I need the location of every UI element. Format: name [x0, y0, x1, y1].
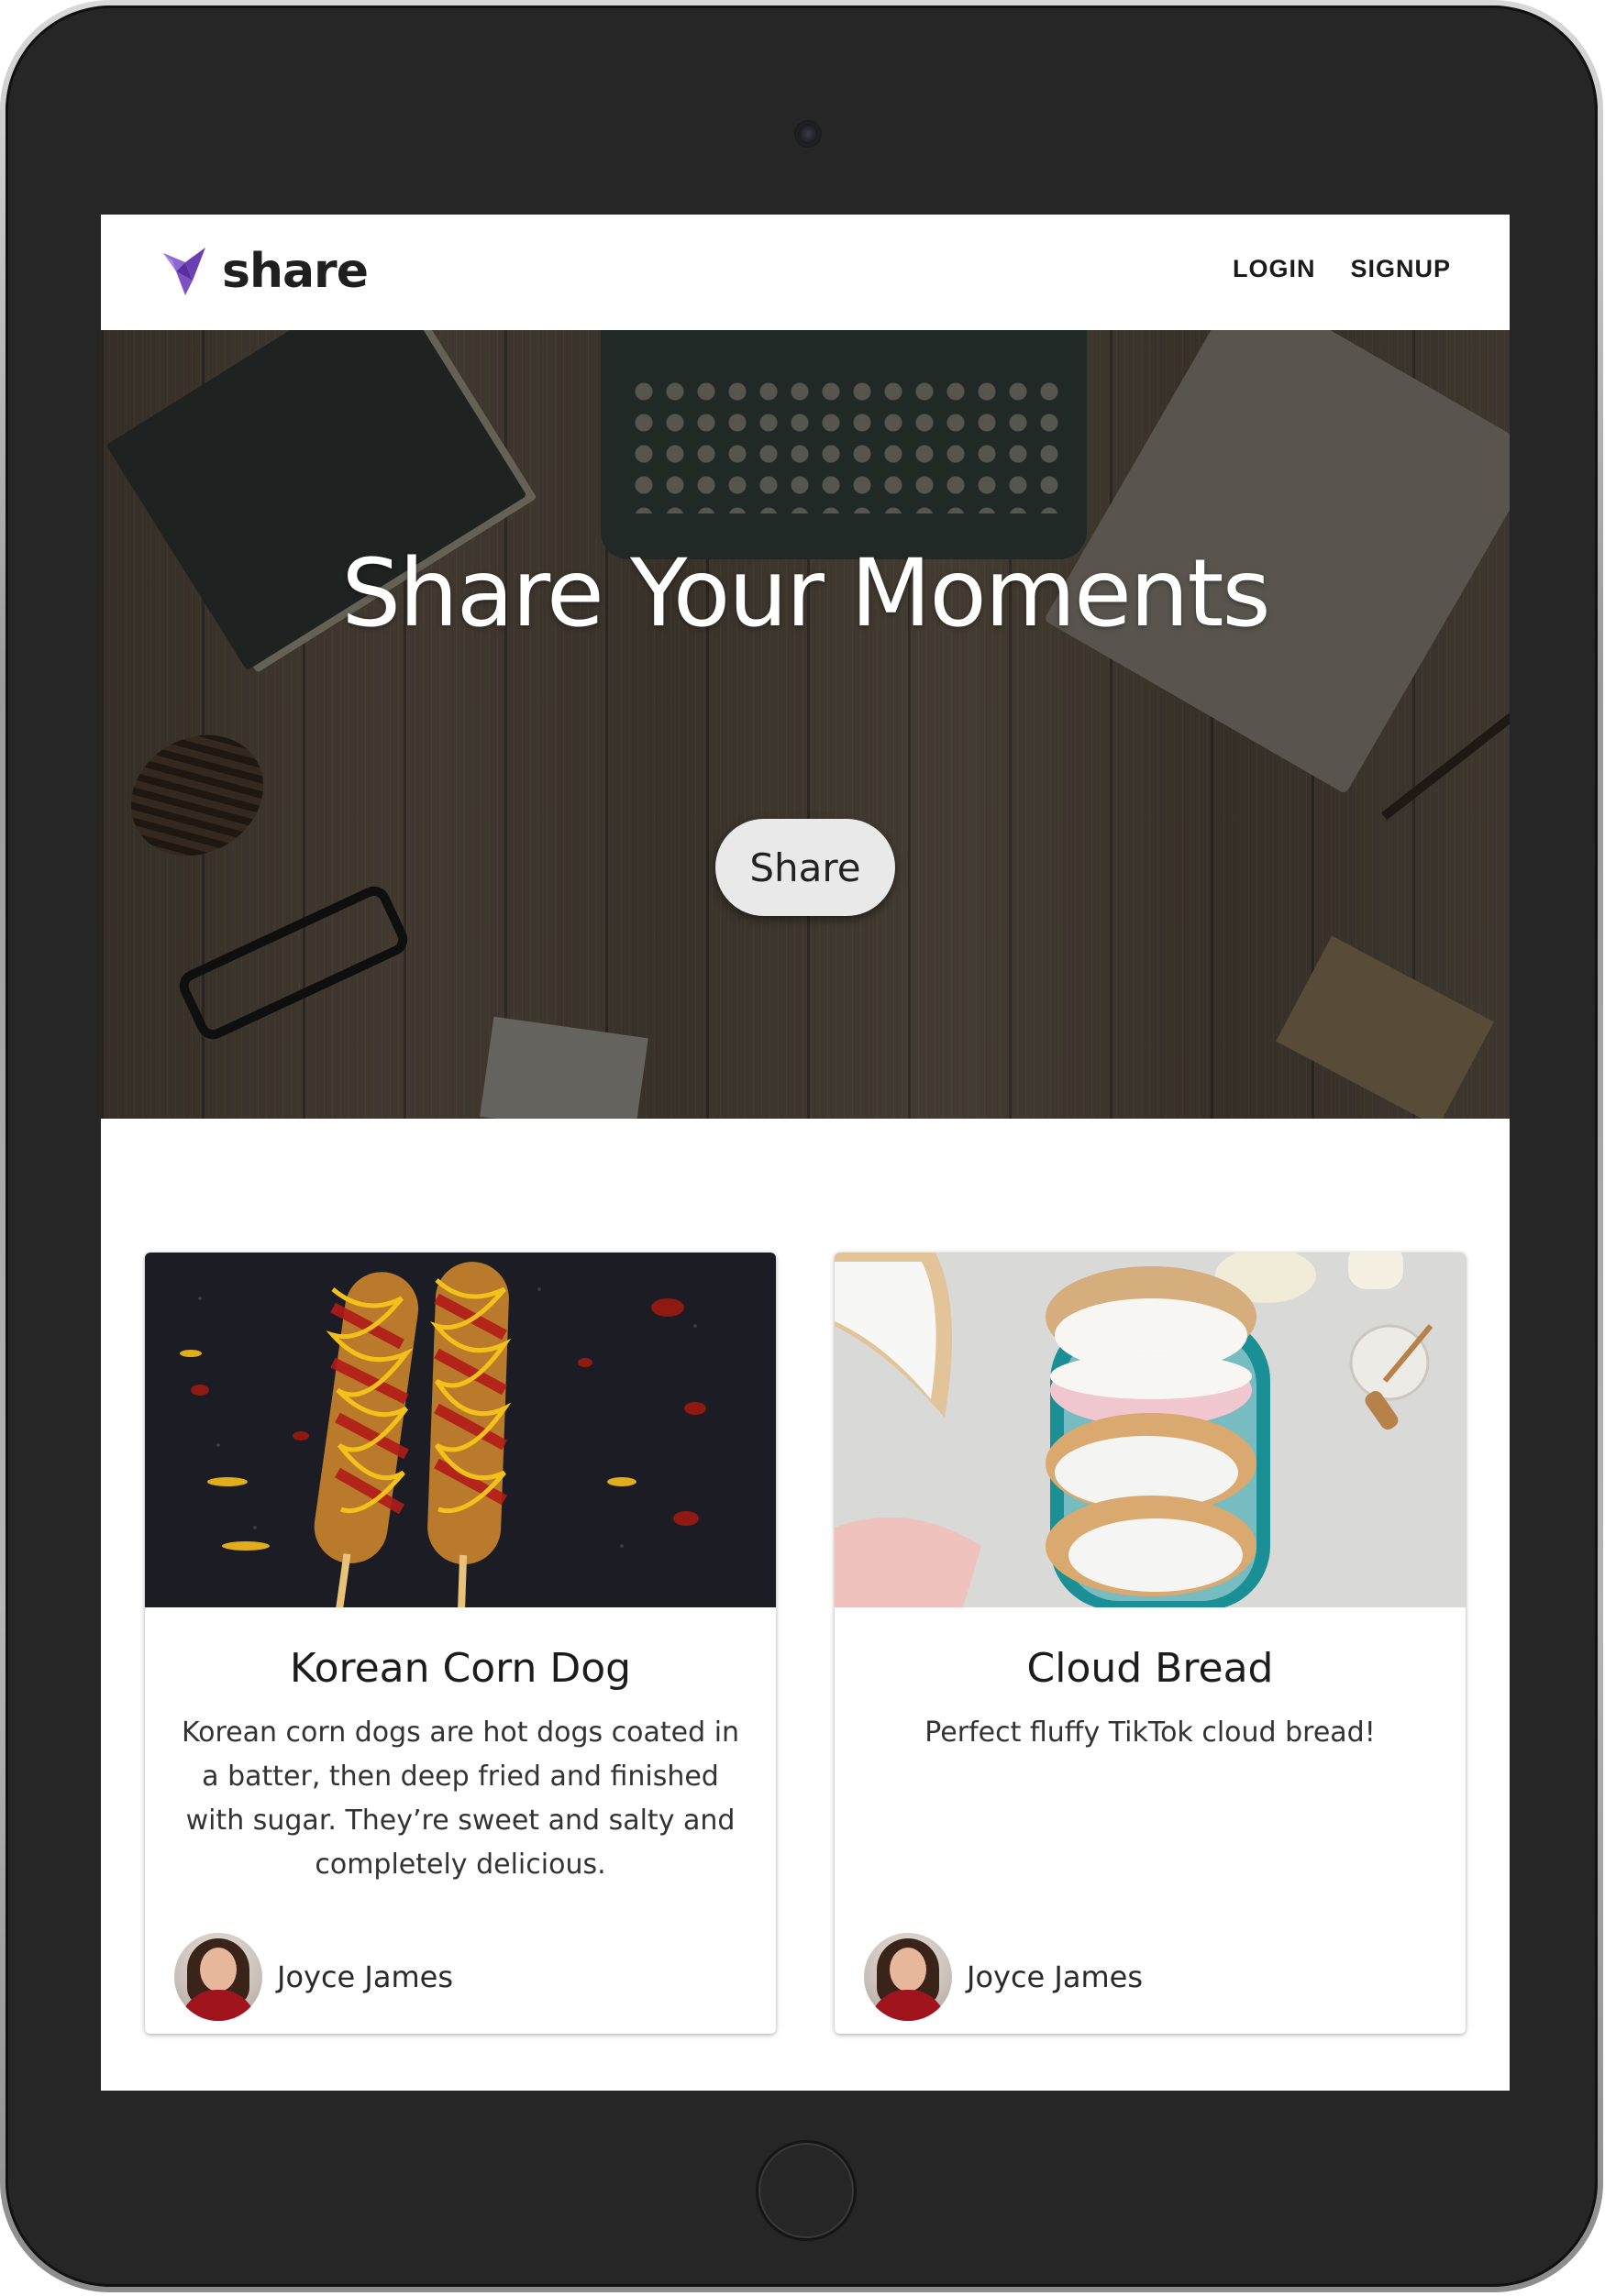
post-card[interactable]: Cloud Bread Perfect fluffy TikTok cloud …: [835, 1253, 1466, 2034]
signup-link[interactable]: SIGNUP: [1350, 255, 1451, 283]
top-nav: LOGIN SIGNUP: [1233, 255, 1451, 283]
tablet-frame: share LOGIN SIGNUP Share Your Moments Sh…: [0, 0, 1603, 2292]
tablet-bezel: share LOGIN SIGNUP Share Your Moments Sh…: [6, 6, 1598, 2287]
avatar: [174, 1933, 262, 2021]
post-title: Korean Corn Dog: [289, 1645, 632, 1692]
hero-dark-overlay: [101, 330, 1510, 1119]
share-button[interactable]: Share: [715, 819, 895, 916]
hero-title: Share Your Moments: [341, 539, 1270, 648]
app-screen: share LOGIN SIGNUP Share Your Moments Sh…: [101, 215, 1510, 2091]
login-link[interactable]: LOGIN: [1233, 255, 1316, 283]
author-name: Joyce James: [967, 1959, 1143, 1994]
corn-dog-photo-icon: [145, 1253, 776, 1607]
corn-dog-image: [145, 1253, 776, 1607]
avatar: [864, 1933, 952, 2021]
post-author[interactable]: Joyce James: [174, 1933, 453, 2021]
post-author[interactable]: Joyce James: [864, 1933, 1143, 2021]
post-card[interactable]: Korean Corn Dog Korean corn dogs are hot…: [145, 1253, 776, 2034]
author-name: Joyce James: [277, 1959, 453, 1994]
cloud-bread-image: [835, 1253, 1466, 1607]
home-button[interactable]: [756, 2140, 857, 2241]
camera-icon: [796, 122, 820, 146]
post-description: Korean corn dogs are hot dogs coated in …: [181, 1716, 740, 1881]
bird-logo-icon: [163, 248, 205, 295]
post-title: Cloud Bread: [1026, 1645, 1274, 1692]
brand-name: share: [222, 244, 369, 299]
app-header: share LOGIN SIGNUP: [101, 215, 1510, 330]
brand-logo[interactable]: share: [158, 244, 369, 299]
cloud-bread-photo-icon: [835, 1253, 1466, 1607]
hero-banner: Share Your Moments Share: [101, 330, 1510, 1119]
post-description: Perfect fluffy TikTok cloud bread!: [924, 1716, 1376, 1749]
